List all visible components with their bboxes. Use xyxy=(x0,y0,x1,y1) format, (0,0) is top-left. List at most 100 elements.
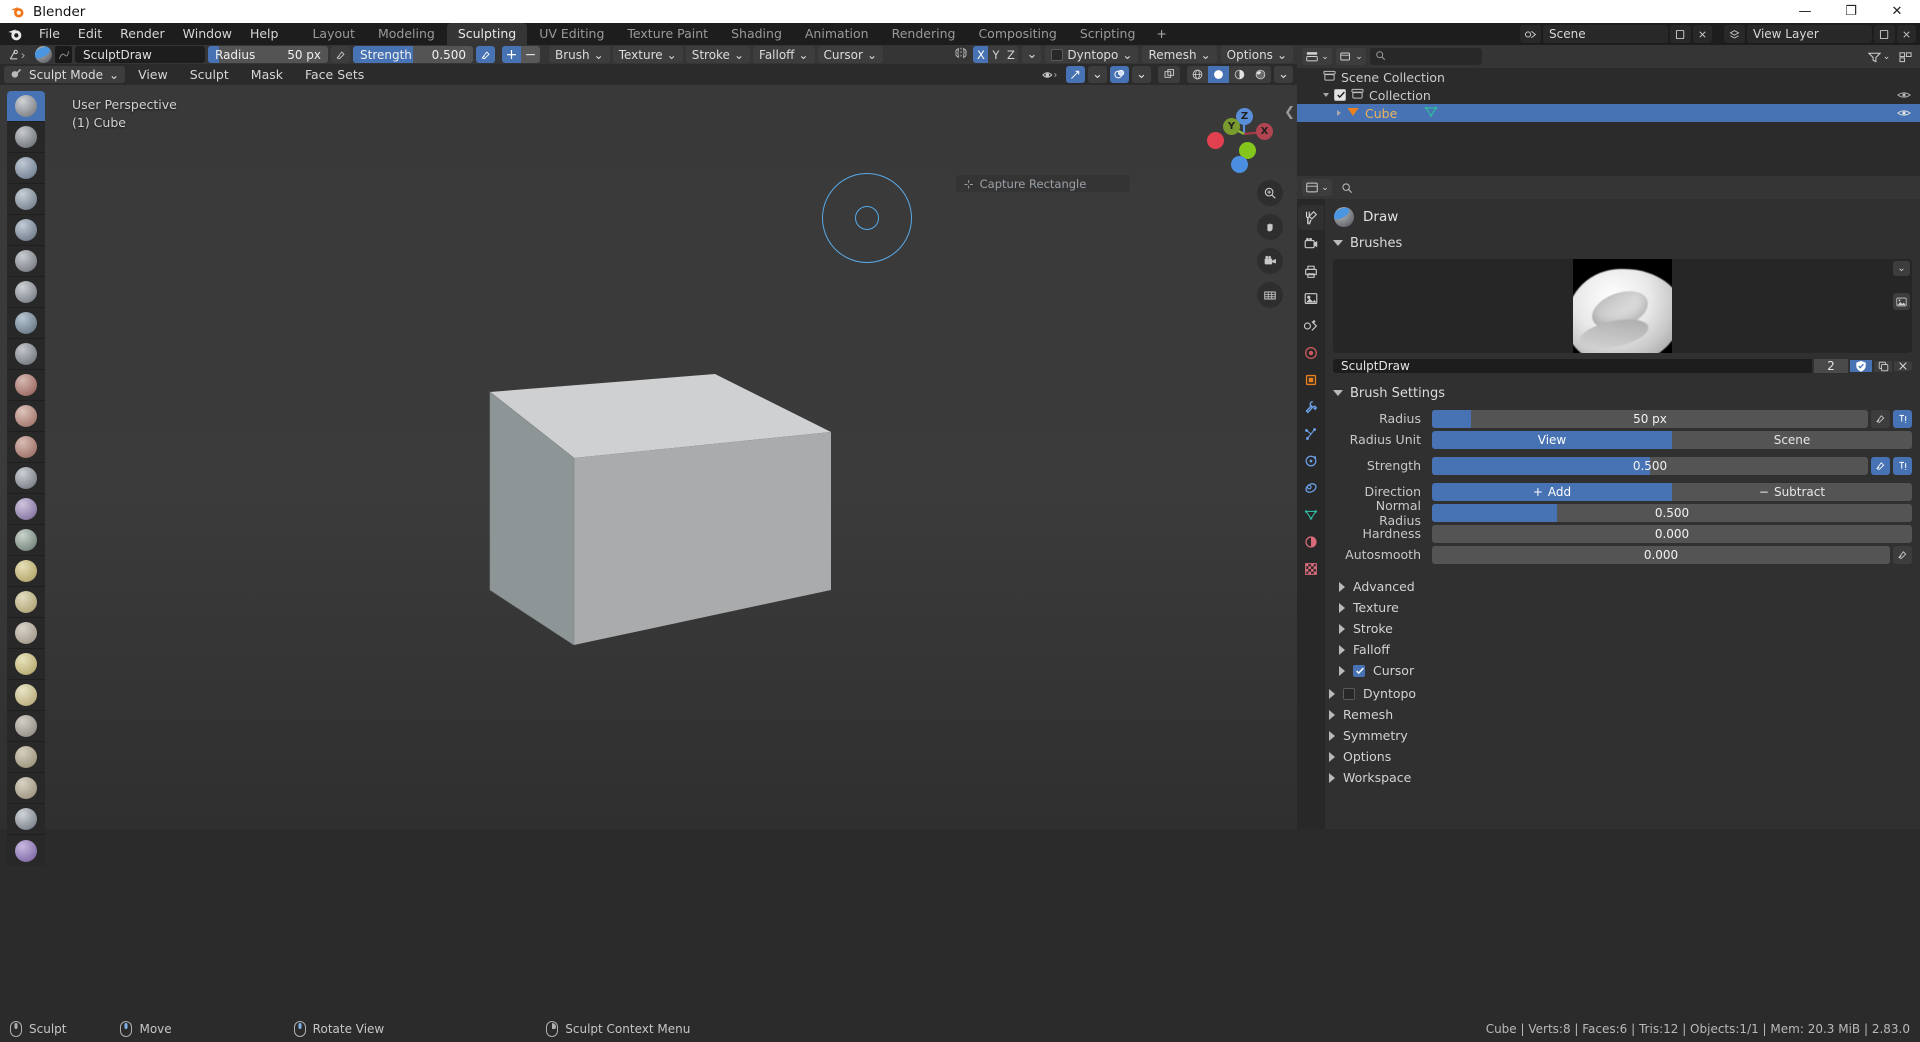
symmetry-axis-y[interactable]: Y xyxy=(988,46,1004,63)
shield-icon[interactable] xyxy=(1850,360,1872,372)
radius-unit-scene-option[interactable]: Scene xyxy=(1672,430,1912,449)
menu-render[interactable]: Render xyxy=(111,24,174,44)
autosmooth-value-field[interactable]: 0.000 xyxy=(1432,545,1890,564)
blender-menu-icon[interactable] xyxy=(0,26,30,42)
flatten-brush-tool[interactable] xyxy=(7,401,45,432)
simplify-brush-tool[interactable] xyxy=(7,804,45,835)
modifier-properties-tab[interactable] xyxy=(1298,394,1324,419)
section-options[interactable]: Options xyxy=(1325,746,1920,767)
object-properties-tab[interactable] xyxy=(1298,367,1324,392)
radius-unit-view-option[interactable]: View xyxy=(1432,430,1672,449)
falloff-menu-button[interactable]: Falloff ⌄ xyxy=(753,46,815,63)
brush-name-field[interactable]: SculptDraw xyxy=(1333,359,1812,373)
section-dyntopo[interactable]: Dyntopo xyxy=(1325,683,1920,704)
duplicate-icon[interactable] xyxy=(1874,360,1892,372)
clay-brush-tool[interactable] xyxy=(7,153,45,184)
view-layer-properties-tab[interactable] xyxy=(1298,286,1324,311)
viewport-menu-view[interactable]: View xyxy=(129,65,177,85)
viewport-menu-face-sets[interactable]: Face Sets xyxy=(296,65,373,85)
3d-viewport[interactable]: User Perspective (1) Cube ⊹ Capture Rect… xyxy=(0,85,1297,829)
thumb-brush-tool[interactable] xyxy=(7,649,45,680)
object-data-properties-tab[interactable] xyxy=(1298,502,1324,527)
slide-relax-brush-tool[interactable] xyxy=(7,773,45,804)
x-icon[interactable] xyxy=(1894,361,1912,371)
outliner-restriction-toggles-icon[interactable] xyxy=(1895,48,1915,65)
blob-brush-tool[interactable] xyxy=(7,308,45,339)
section-texture[interactable]: Texture xyxy=(1325,597,1920,618)
gizmo-axis-y[interactable]: Y xyxy=(1223,118,1240,135)
section-remesh[interactable]: Remesh xyxy=(1325,704,1920,725)
stroke-menu-button[interactable]: Stroke ⌄ xyxy=(685,46,751,63)
strength-pressure-icon[interactable] xyxy=(1871,456,1890,475)
brush-name-field[interactable]: SculptDraw xyxy=(75,46,205,63)
visibility-icon[interactable] xyxy=(1037,66,1063,83)
eye-icon[interactable] xyxy=(1897,106,1911,121)
filter-icon[interactable]: ⌄ xyxy=(1867,48,1891,65)
grab-brush-tool[interactable] xyxy=(7,556,45,587)
workspace-tab-modeling[interactable]: Modeling xyxy=(367,23,446,45)
section-falloff[interactable]: Falloff xyxy=(1325,639,1920,660)
clay-strips-brush-tool[interactable] xyxy=(7,184,45,215)
texture-menu-button[interactable]: Texture ⌄ xyxy=(612,46,683,63)
outliner-display-mode-icon[interactable]: ⌄ xyxy=(1302,48,1332,65)
cursor-enable-checkbox[interactable] xyxy=(1353,664,1365,677)
material-properties-tab[interactable] xyxy=(1298,529,1324,554)
section-workspace[interactable]: Workspace xyxy=(1325,767,1920,788)
collection-enable-checkbox[interactable] xyxy=(1334,89,1346,101)
solid-shading-icon[interactable] xyxy=(1208,66,1229,83)
layer-brush-tool[interactable] xyxy=(7,246,45,277)
tool-properties-tab[interactable] xyxy=(1298,205,1324,230)
new-collection-icon[interactable]: ⌄ xyxy=(1336,48,1366,65)
dyntopo-enable-checkbox[interactable] xyxy=(1343,687,1355,700)
gizmo-axis-neg-x[interactable] xyxy=(1207,132,1224,149)
new-scene-icon[interactable] xyxy=(1670,25,1691,43)
physics-properties-tab[interactable] xyxy=(1298,448,1324,473)
rendered-shading-icon[interactable] xyxy=(1250,66,1271,83)
outliner-row-collection[interactable]: Collection xyxy=(1297,86,1920,104)
draw-sharp-brush-tool[interactable] xyxy=(7,122,45,153)
brush-preview-area[interactable]: ⌄ xyxy=(1333,259,1912,353)
brush-settings-panel-header[interactable]: Brush Settings xyxy=(1325,383,1920,403)
interaction-mode-selector[interactable]: Sculpt Mode ⌄ xyxy=(4,66,126,83)
properties-search-icon[interactable] xyxy=(1337,179,1357,196)
strength-pressure-icon[interactable] xyxy=(476,46,495,63)
workspace-tab-layout[interactable]: Layout xyxy=(301,23,366,45)
close-button[interactable]: ✕ xyxy=(1874,0,1920,23)
active-tool-icon[interactable] xyxy=(4,46,32,63)
scene-name-field[interactable]: Scene xyxy=(1543,25,1668,43)
workspace-tab-scripting[interactable]: Scripting xyxy=(1069,23,1147,45)
brush-preview-dropdown-icon[interactable]: ⌄ xyxy=(1893,261,1910,276)
pinch-brush-tool[interactable] xyxy=(7,525,45,556)
direction-subtract-option[interactable]: − Subtract xyxy=(1672,482,1912,501)
workspace-tab-uv-editing[interactable]: UV Editing xyxy=(528,23,615,45)
remove-scene-icon[interactable] xyxy=(1693,25,1712,43)
menu-file[interactable]: File xyxy=(30,24,69,44)
mask-brush-tool[interactable] xyxy=(7,835,45,866)
workspace-tab-rendering[interactable]: Rendering xyxy=(881,23,967,45)
disclosure-triangle-icon[interactable] xyxy=(1323,93,1329,97)
cursor-menu-button[interactable]: Cursor ⌄ xyxy=(817,46,884,63)
workspace-tab-shading[interactable]: Shading xyxy=(720,23,793,45)
add-workspace-button[interactable]: + xyxy=(1147,23,1175,45)
brush-menu-button[interactable]: Brush ⌄ xyxy=(549,46,610,63)
mesh-data-icon[interactable] xyxy=(1424,105,1438,121)
workspace-tab-animation[interactable]: Animation xyxy=(794,23,880,45)
outliner-row-cube[interactable]: Cube xyxy=(1297,104,1920,122)
menu-window[interactable]: Window xyxy=(174,24,241,44)
scrape-brush-tool[interactable] xyxy=(7,463,45,494)
properties-editor-icon[interactable]: ⌄ xyxy=(1302,179,1332,196)
workspace-tab-sculpting[interactable]: Sculpting xyxy=(446,23,528,45)
disclosure-triangle-icon[interactable] xyxy=(1337,110,1341,116)
workspace-tab-texture-paint[interactable]: Texture Paint xyxy=(616,23,719,45)
normal-radius-value-field[interactable]: 0.500 xyxy=(1432,503,1912,522)
zoom-icon[interactable] xyxy=(1257,180,1283,206)
gizmo-dropdown-icon[interactable]: ⌄ xyxy=(1088,66,1107,83)
ortho-persp-toggle-icon[interactable] xyxy=(1257,282,1283,308)
sidebar-collapse-arrow-icon[interactable]: ❮ xyxy=(1284,105,1295,120)
viewport-menu-mask[interactable]: Mask xyxy=(242,65,292,85)
add-direction-button[interactable]: + xyxy=(502,46,521,63)
hardness-value-field[interactable]: 0.000 xyxy=(1432,524,1912,543)
elastic-deform-brush-tool[interactable] xyxy=(7,587,45,618)
gizmo-axis-neg-z[interactable] xyxy=(1231,156,1248,173)
outliner-search-input[interactable] xyxy=(1370,48,1482,65)
